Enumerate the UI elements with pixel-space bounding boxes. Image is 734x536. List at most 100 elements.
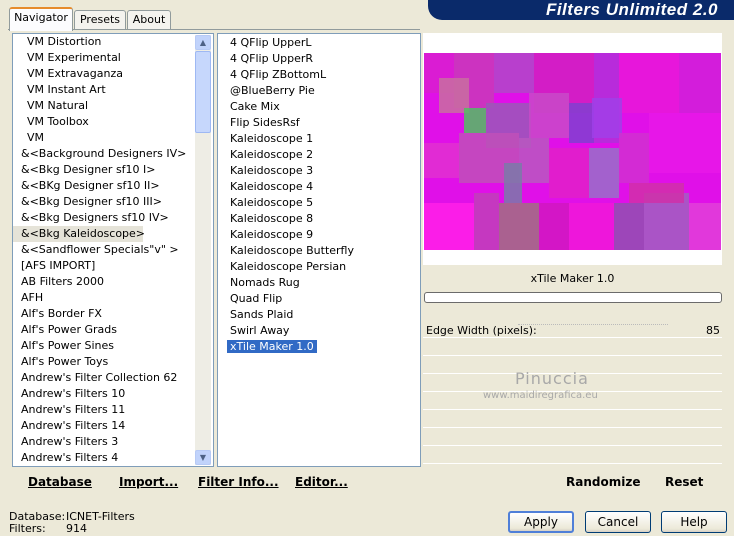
category-item[interactable]: Andrew's Filter Collection 62 (13, 370, 213, 386)
filter-item[interactable]: Kaleidoscope 3 (218, 163, 420, 179)
category-item[interactable]: &<Background Designers IV> (13, 146, 213, 162)
category-item[interactable]: VM Toolbox (13, 114, 213, 130)
filter-item-label: 4 QFlip UpperL (230, 36, 312, 49)
category-item[interactable]: Andrew's Filters 10 (13, 386, 213, 402)
filter-item-label: Sands Plaid (230, 308, 294, 321)
category-item[interactable]: VM Distortion (13, 34, 213, 50)
preview-tile (529, 93, 569, 138)
filter-info-button[interactable]: Filter Info... (198, 468, 279, 496)
scroll-up-button[interactable]: ▲ (195, 35, 211, 50)
category-item[interactable]: VM Natural (13, 98, 213, 114)
preview-tile (424, 143, 459, 178)
param-row-edge-width[interactable]: Edge Width (pixels): 85 (423, 322, 722, 338)
import-button[interactable]: Import... (119, 468, 178, 496)
filter-item-label: @BlueBerry Pie (230, 84, 315, 97)
watermark-url: www.maidiregrafica.eu (483, 390, 598, 401)
filter-item[interactable]: 4 QFlip UpperR (218, 51, 420, 67)
category-item[interactable]: AFH (13, 290, 213, 306)
preview-tile (629, 183, 684, 203)
filter-item-label: Kaleidoscope Butterfly (230, 244, 354, 257)
cancel-button[interactable]: Cancel (585, 511, 651, 533)
filter-item[interactable]: Quad Flip (218, 291, 420, 307)
filter-item-label: Kaleidoscope 9 (230, 228, 314, 241)
editor-button[interactable]: Editor... (295, 468, 348, 496)
filter-item-label: Swirl Away (230, 324, 290, 337)
filter-item[interactable]: Swirl Away (218, 323, 420, 339)
category-item[interactable]: VM Extravaganza (13, 66, 213, 82)
filter-item[interactable]: Kaleidoscope 9 (218, 227, 420, 243)
filter-item[interactable]: Kaleidoscope Butterfly (218, 243, 420, 259)
filter-item[interactable]: Flip SidesRsf (218, 115, 420, 131)
preview-tile (589, 148, 619, 198)
category-list[interactable]: VM Distortion VM Experimental VM Extravaga… (12, 33, 214, 467)
filter-item[interactable]: 4 QFlip UpperL (218, 35, 420, 51)
category-item[interactable]: Andrew's Filters 3 (13, 434, 213, 450)
param-slider[interactable] (518, 324, 668, 327)
filter-item-label: Kaleidoscope 8 (230, 212, 314, 225)
filter-name-label: xTile Maker 1.0 (530, 272, 615, 285)
category-item[interactable]: &<Bkg Designers sf10 IV> (13, 210, 213, 226)
category-item[interactable]: &<BKg Designer sf10 II> (13, 178, 213, 194)
tab-navigator[interactable]: Navigator (9, 7, 73, 31)
filter-item[interactable]: 4 QFlip ZBottomL (218, 67, 420, 83)
preview-tile (519, 138, 549, 183)
filter-item-label: 4 QFlip ZBottomL (230, 68, 327, 81)
preview-tile (474, 193, 499, 250)
apply-button[interactable]: Apply (508, 511, 574, 533)
preview-image (424, 53, 721, 250)
category-item[interactable]: Alf's Power Toys (13, 354, 213, 370)
category-item[interactable]: VM Experimental (13, 50, 213, 66)
filter-item[interactable]: Nomads Rug (218, 275, 420, 291)
filter-item-label: Kaleidoscope Persian (230, 260, 347, 273)
filter-list[interactable]: 4 QFlip UpperL 4 QFlip UpperR 4 QFlip ZBot… (217, 33, 421, 467)
database-button[interactable]: Database (28, 468, 92, 496)
preview-tile (689, 203, 721, 250)
filter-item-label: Kaleidoscope 1 (230, 132, 314, 145)
category-item[interactable]: Alf's Power Grads (13, 322, 213, 338)
scroll-down-button[interactable]: ▼ (195, 450, 211, 465)
preview-tile (464, 108, 486, 133)
tab-presets[interactable]: Presets (74, 10, 126, 29)
randomize-button[interactable]: Randomize (566, 468, 640, 496)
category-item[interactable]: &<Bkg Kaleidoscope> (13, 226, 145, 242)
category-item[interactable]: VM (13, 130, 213, 146)
category-item[interactable]: Andrew's Filters 4 (13, 450, 213, 466)
preview-tile (619, 133, 649, 183)
category-item[interactable]: [AFS IMPORT] (13, 258, 213, 274)
reset-button[interactable]: Reset (665, 468, 703, 496)
tab-about[interactable]: About (127, 10, 171, 29)
preview-tile (539, 203, 569, 250)
filter-item[interactable]: Kaleidoscope 1 (218, 131, 420, 147)
filters-count-label: Filters: (9, 522, 46, 535)
filter-item[interactable]: Sands Plaid (218, 307, 420, 323)
filter-item[interactable]: Kaleidoscope 5 (218, 195, 420, 211)
param-row (423, 412, 722, 428)
category-item[interactable]: &<Sandflower Specials"v" > (13, 242, 213, 258)
category-item[interactable]: Alf's Power Sines (13, 338, 213, 354)
filter-item[interactable]: Kaleidoscope 8 (218, 211, 420, 227)
filter-item-label: Kaleidoscope 3 (230, 164, 314, 177)
category-item[interactable]: &<Bkg Designer sf10 I> (13, 162, 213, 178)
filter-item-label: Quad Flip (230, 292, 283, 305)
category-item[interactable]: VM Instant Art (13, 82, 213, 98)
preview-tile (569, 103, 594, 143)
preview-tile (549, 148, 589, 198)
category-item[interactable]: Andrew's Filters 14 (13, 418, 213, 434)
category-item[interactable]: &<Bkg Designer sf10 III> (13, 194, 213, 210)
filter-item-label: Cake Mix (230, 100, 280, 113)
category-item[interactable]: Andrew's Filters 11 (13, 402, 213, 418)
filter-item[interactable]: Kaleidoscope 2 (218, 147, 420, 163)
filter-item[interactable]: xTile Maker 1.0 (218, 339, 420, 355)
category-item[interactable]: Alf's Border FX (13, 306, 213, 322)
filter-item[interactable]: Kaleidoscope 4 (218, 179, 420, 195)
scroll-thumb[interactable] (195, 51, 211, 133)
category-scrollbar[interactable]: ▲ ▼ (195, 35, 211, 465)
help-button[interactable]: Help (661, 511, 727, 533)
preview-frame (423, 33, 722, 265)
app-title: Filters Unlimited 2.0 (545, 0, 718, 19)
filter-item-label: Flip SidesRsf (230, 116, 300, 129)
filter-item[interactable]: Cake Mix (218, 99, 420, 115)
category-item[interactable]: AB Filters 2000 (13, 274, 213, 290)
filter-item[interactable]: Kaleidoscope Persian (218, 259, 420, 275)
filter-item[interactable]: @BlueBerry Pie (218, 83, 420, 99)
